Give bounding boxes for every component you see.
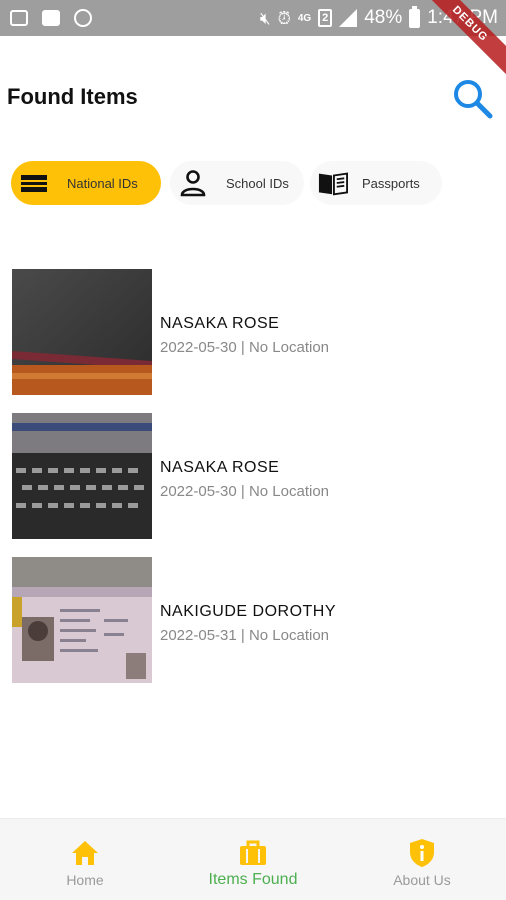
chip-school-ids[interactable]: School IDs — [170, 161, 304, 205]
item-owner-name: NASAKA ROSE — [160, 315, 280, 332]
battery-percent: 48% — [364, 7, 403, 28]
sim-indicator: 2 — [318, 9, 333, 27]
network-type: 4G — [297, 12, 312, 24]
person-icon — [178, 168, 208, 198]
item-owner-name: NASAKA ROSE — [160, 459, 280, 476]
battery-icon — [409, 5, 421, 28]
id-card-icon — [19, 168, 49, 198]
item-date-location: 2022-05-30 | No Location — [160, 483, 330, 500]
chip-label: Passports — [362, 175, 420, 191]
item-owner-name: NAKIGUDE DOROTHY — [160, 603, 337, 620]
search-button[interactable] — [450, 76, 496, 122]
item-photo — [12, 269, 152, 395]
nav-label: About Us — [393, 872, 451, 888]
status-bar: 🔇︎ ⏰︎ 4G 2 48% 1:47 PM — [0, 0, 506, 36]
page-title: Found Items — [7, 84, 138, 109]
list-item[interactable]: NASAKA ROSE 2022-05-30 | No Location — [12, 269, 492, 395]
book-icon — [318, 168, 348, 198]
item-date-location: 2022-05-30 | No Location — [160, 339, 330, 356]
shield-info-icon — [410, 839, 434, 867]
message-notification-icon — [42, 10, 60, 26]
search-icon — [454, 80, 493, 119]
chip-label: National IDs — [67, 175, 138, 191]
bottom-navigation: Home Items Found About Us — [0, 818, 506, 900]
chip-label: School IDs — [226, 175, 289, 191]
nav-items-found[interactable]: Items Found — [183, 819, 323, 900]
nav-about-us[interactable]: About Us — [352, 819, 492, 900]
briefcase-icon — [240, 840, 266, 865]
list-item[interactable]: NASAKA ROSE 2022-05-30 | No Location — [12, 413, 492, 539]
signal-icon — [339, 9, 358, 27]
item-photo — [12, 413, 152, 539]
alarm-icon: ⏰︎ — [277, 8, 291, 28]
chip-national-ids[interactable]: National IDs — [11, 161, 161, 205]
nav-label: Home — [66, 872, 104, 888]
mute-icon: 🔇︎ — [259, 8, 271, 28]
chip-passports[interactable]: Passports — [310, 161, 442, 205]
nav-label: Items Found — [208, 871, 298, 888]
app-notification-icon — [74, 9, 92, 27]
nav-home[interactable]: Home — [15, 819, 155, 900]
gallery-notification-icon — [10, 10, 28, 26]
home-icon — [72, 841, 98, 865]
item-photo — [12, 557, 152, 683]
list-item[interactable]: NAKIGUDE DOROTHY 2022-05-31 | No Locatio… — [12, 557, 492, 683]
item-date-location: 2022-05-31 | No Location — [160, 627, 330, 644]
